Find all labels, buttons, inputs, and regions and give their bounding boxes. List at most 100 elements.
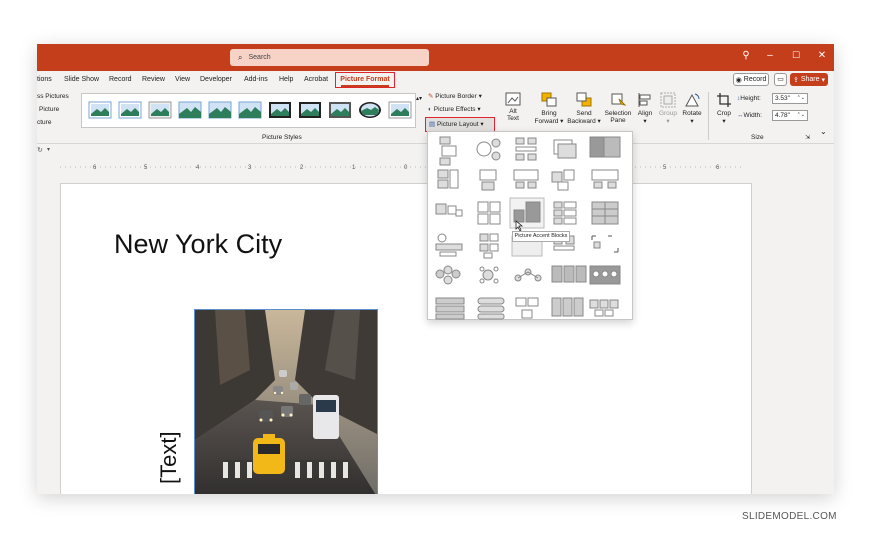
- layout-thumb[interactable]: [435, 265, 461, 285]
- picture-style-1[interactable]: [88, 100, 112, 120]
- rotate-button[interactable]: Rotate ▾: [681, 92, 703, 125]
- layout-thumb[interactable]: [435, 203, 463, 217]
- picture-effects-button[interactable]: ◐ Picture Effects ▾: [428, 105, 481, 113]
- layout-thumb[interactable]: [515, 137, 537, 161]
- layout-thumb-selected[interactable]: [509, 197, 545, 229]
- tab-animations[interactable]: tions: [37, 76, 52, 83]
- layout-thumb[interactable]: [591, 169, 619, 189]
- search-placeholder: Search: [248, 54, 271, 61]
- layout-thumb[interactable]: [477, 201, 501, 225]
- layout-thumb[interactable]: [513, 169, 539, 189]
- group-label-picture-styles: Picture Styles: [262, 134, 302, 141]
- layout-thumb[interactable]: [551, 265, 587, 283]
- gallery-scroll-icon[interactable]: ▴▾: [416, 95, 422, 102]
- picture-style-11[interactable]: [388, 100, 412, 120]
- close-icon[interactable]: ✕: [815, 50, 829, 61]
- ruler-label: 5: [144, 165, 148, 170]
- change-picture-button[interactable]: Picture: [39, 106, 59, 113]
- search-box[interactable]: ⌕ Search: [230, 49, 429, 66]
- spinner-icon[interactable]: ⌃⌄: [797, 94, 805, 103]
- group-button[interactable]: Group ▾: [657, 92, 679, 125]
- spinner-icon[interactable]: ⌃⌄: [797, 111, 805, 120]
- crop-button[interactable]: Crop ▾: [713, 92, 735, 125]
- tab-help[interactable]: Help: [279, 76, 293, 83]
- layout-thumb[interactable]: [514, 268, 542, 282]
- bring-forward-label-1: Bring: [541, 110, 557, 117]
- layout-thumb[interactable]: [591, 235, 619, 253]
- bring-forward-button[interactable]: Bring Forward ▾: [534, 92, 564, 125]
- maximize-icon[interactable]: ☐: [789, 50, 803, 61]
- selection-pane-button[interactable]: Selection Pane: [604, 92, 632, 124]
- tab-acrobat[interactable]: Acrobat: [304, 76, 328, 83]
- tab-developer[interactable]: Developer: [200, 76, 232, 83]
- layout-thumb[interactable]: [551, 297, 584, 317]
- redo-icon[interactable]: ↻: [37, 146, 43, 154]
- picture-style-8[interactable]: [298, 100, 322, 120]
- ruler-label: 5: [663, 165, 667, 170]
- layout-thumb[interactable]: [437, 169, 459, 189]
- picture-style-10[interactable]: [358, 100, 382, 120]
- width-input[interactable]: 4.78" ⌃⌄: [772, 110, 808, 121]
- picture-border-label: Picture Border: [435, 93, 477, 100]
- tab-record[interactable]: Record: [109, 76, 132, 83]
- layout-thumb[interactable]: [479, 233, 499, 259]
- selection-pane-icon: [611, 93, 626, 106]
- group-label-size: Size: [751, 134, 764, 141]
- send-backward-icon: [576, 92, 592, 107]
- layout-thumb[interactable]: [476, 138, 501, 161]
- height-input[interactable]: 3.53" ⌃⌄: [772, 93, 808, 104]
- record-button[interactable]: ◉ Record: [733, 73, 769, 86]
- layout-thumb[interactable]: [589, 265, 621, 285]
- picture-style-5[interactable]: [208, 100, 232, 120]
- reset-picture-button[interactable]: cture: [37, 119, 51, 126]
- alt-text-button[interactable]: Alt Text: [502, 92, 524, 122]
- watermark: SLIDEMODEL.COM: [742, 511, 837, 522]
- customize-icon[interactable]: ▾: [47, 146, 50, 153]
- picture-style-7[interactable]: [268, 100, 292, 120]
- share-icon: ⇪: [792, 76, 799, 84]
- ruler-label: 3: [248, 165, 252, 170]
- lightbulb-icon[interactable]: ⚲: [739, 50, 753, 61]
- picture-layout-button[interactable]: ▤ Picture Layout ▾: [425, 117, 495, 132]
- record-icon: ◉: [735, 76, 742, 84]
- picture-style-3[interactable]: [148, 100, 172, 120]
- slide-title[interactable]: New York City: [114, 229, 282, 260]
- layout-thumb[interactable]: [591, 201, 619, 225]
- layout-thumb[interactable]: [515, 297, 539, 319]
- layout-thumb[interactable]: [589, 299, 619, 317]
- minimize-icon[interactable]: –: [763, 50, 777, 61]
- collapse-ribbon-icon[interactable]: ⌄: [820, 127, 827, 136]
- picture-style-4[interactable]: [178, 100, 202, 120]
- tab-review[interactable]: Review: [142, 76, 165, 83]
- tab-slide-show[interactable]: Slide Show: [64, 76, 99, 83]
- layout-thumb[interactable]: [553, 201, 577, 225]
- layout-thumb[interactable]: [439, 136, 457, 166]
- share-button[interactable]: ⇪ Share ▾: [790, 73, 828, 86]
- layout-thumb[interactable]: [477, 297, 505, 320]
- tab-add-ins[interactable]: Add-ins: [244, 76, 268, 83]
- effects-icon: ◐: [428, 106, 432, 113]
- picture-layout-inner: ▤ Picture Layout ▾: [429, 121, 484, 128]
- powerpoint-window: ⌕ Search ⚲ – ☐ ✕ tions Slide Show Record…: [37, 44, 834, 494]
- layout-thumb[interactable]: [435, 233, 463, 257]
- picture-border-button[interactable]: ✎ Picture Border ▾: [428, 92, 482, 100]
- layout-thumb[interactable]: [479, 169, 497, 191]
- dialog-launcher-icon[interactable]: ⇲: [805, 134, 810, 141]
- layout-thumb[interactable]: [589, 136, 621, 158]
- ruler-label: 4: [196, 165, 200, 170]
- nyc-street-photo[interactable]: [194, 309, 378, 494]
- compress-pictures-button[interactable]: ss Pictures: [37, 93, 69, 100]
- layout-thumb[interactable]: [435, 297, 465, 320]
- send-backward-button[interactable]: Send Backward ▾: [567, 92, 601, 125]
- picture-style-6[interactable]: [238, 100, 262, 120]
- picture-style-9[interactable]: [328, 100, 352, 120]
- comments-button[interactable]: ▭: [774, 73, 787, 86]
- title-bar: ⌕ Search ⚲ – ☐ ✕: [37, 44, 834, 71]
- text-placeholder[interactable]: [Text]: [156, 431, 182, 484]
- picture-style-2[interactable]: [118, 100, 142, 120]
- layout-thumb[interactable]: [553, 139, 577, 159]
- tab-view[interactable]: View: [175, 76, 190, 83]
- align-button[interactable]: Align ▾: [635, 92, 655, 125]
- layout-thumb[interactable]: [479, 266, 499, 284]
- layout-thumb[interactable]: [551, 169, 575, 191]
